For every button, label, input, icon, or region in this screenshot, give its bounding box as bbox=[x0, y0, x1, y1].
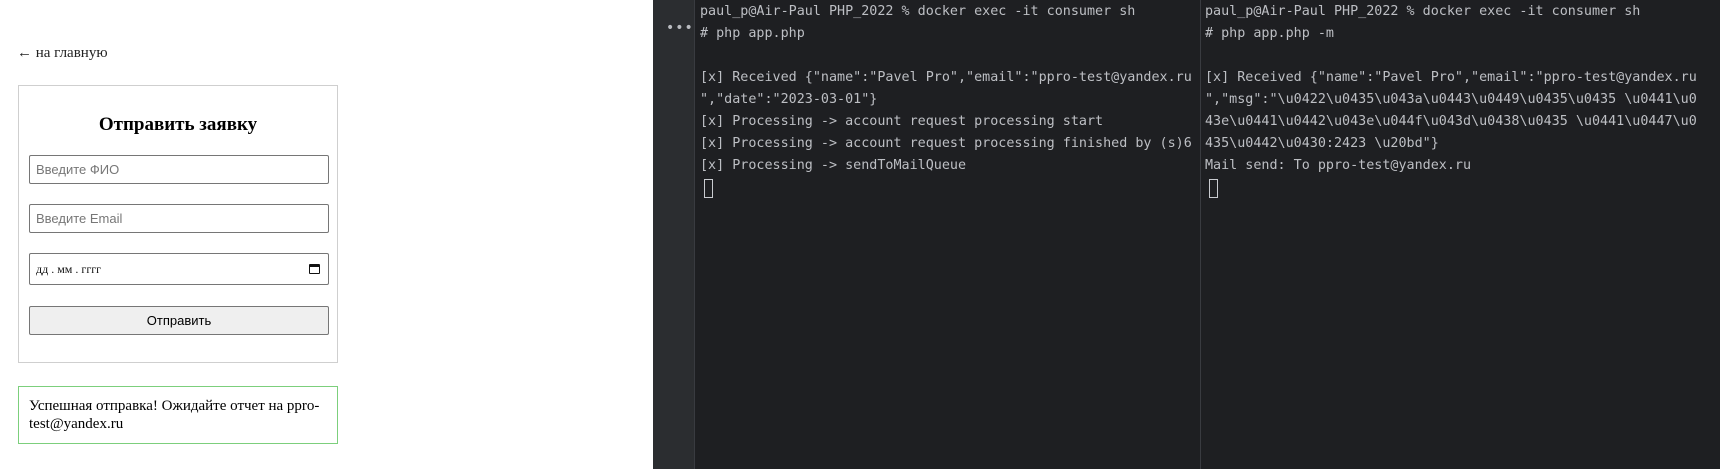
success-message: Успешная отправка! Ожидайте отчет на ppr… bbox=[18, 386, 338, 444]
terminal-line: ","date":"2023-03-01"} bbox=[700, 92, 878, 107]
date-input-value: дд . мм . гггг bbox=[36, 261, 102, 276]
terminal-window: ••• paul_p@Air-Paul PHP_2022 % docker ex… bbox=[653, 0, 1720, 469]
terminal-line: [x] Processing -> account request proces… bbox=[700, 136, 1192, 151]
terminal-line: [x] Processing -> account request proces… bbox=[700, 114, 1104, 129]
request-form: Отправить заявку Введите ФИО Введите Ema… bbox=[18, 85, 338, 363]
terminal-pane-right[interactable]: paul_p@Air-Paul PHP_2022 % docker exec -… bbox=[1201, 0, 1720, 469]
terminal-cursor-line bbox=[1201, 177, 1720, 199]
terminal-line: 435\u0442\u0430:2423 \u20bd"} bbox=[1205, 136, 1439, 151]
terminal-side-rail: ••• bbox=[653, 0, 695, 469]
terminal-cursor-line bbox=[696, 177, 1200, 199]
form-title: Отправить заявку bbox=[98, 114, 258, 135]
full-name-input[interactable]: Введите ФИО bbox=[29, 155, 329, 184]
terminal-cursor bbox=[704, 179, 713, 198]
date-input[interactable]: дд . мм . гггг bbox=[29, 253, 329, 285]
back-to-home-link[interactable]: ← на главную bbox=[17, 45, 108, 62]
terminal-line: [x] Processing -> sendToMailQueue bbox=[700, 158, 967, 173]
web-app-panel: ← на главную Отправить заявку Введите ФИ… bbox=[0, 0, 653, 469]
terminal-line: [x] Received {"name":"Pavel Pro","email"… bbox=[1205, 70, 1697, 85]
terminal-cursor bbox=[1209, 179, 1218, 198]
submit-button[interactable]: Отправить bbox=[29, 306, 329, 335]
terminal-line: Mail send: To ppro-test@yandex.ru bbox=[1205, 158, 1472, 173]
terminal-pane-left[interactable]: paul_p@Air-Paul PHP_2022 % docker exec -… bbox=[696, 0, 1201, 469]
terminal-line: # php app.php -m bbox=[1205, 26, 1334, 41]
calendar-icon[interactable] bbox=[309, 264, 320, 274]
more-options-icon[interactable]: ••• bbox=[666, 20, 694, 36]
terminal-line: 43e\u0441\u0442\u043e\u044f\u043d\u0438\… bbox=[1205, 114, 1697, 129]
terminal-line: paul_p@Air-Paul PHP_2022 % docker exec -… bbox=[1205, 4, 1641, 19]
terminal-line: # php app.php bbox=[700, 26, 805, 41]
terminal-line: paul_p@Air-Paul PHP_2022 % docker exec -… bbox=[700, 4, 1136, 19]
terminal-line: ","msg":"\u0422\u0435\u043a\u0443\u0449\… bbox=[1205, 92, 1697, 107]
terminal-line: [x] Received {"name":"Pavel Pro","email"… bbox=[700, 70, 1192, 85]
email-input[interactable]: Введите Email bbox=[29, 204, 329, 233]
